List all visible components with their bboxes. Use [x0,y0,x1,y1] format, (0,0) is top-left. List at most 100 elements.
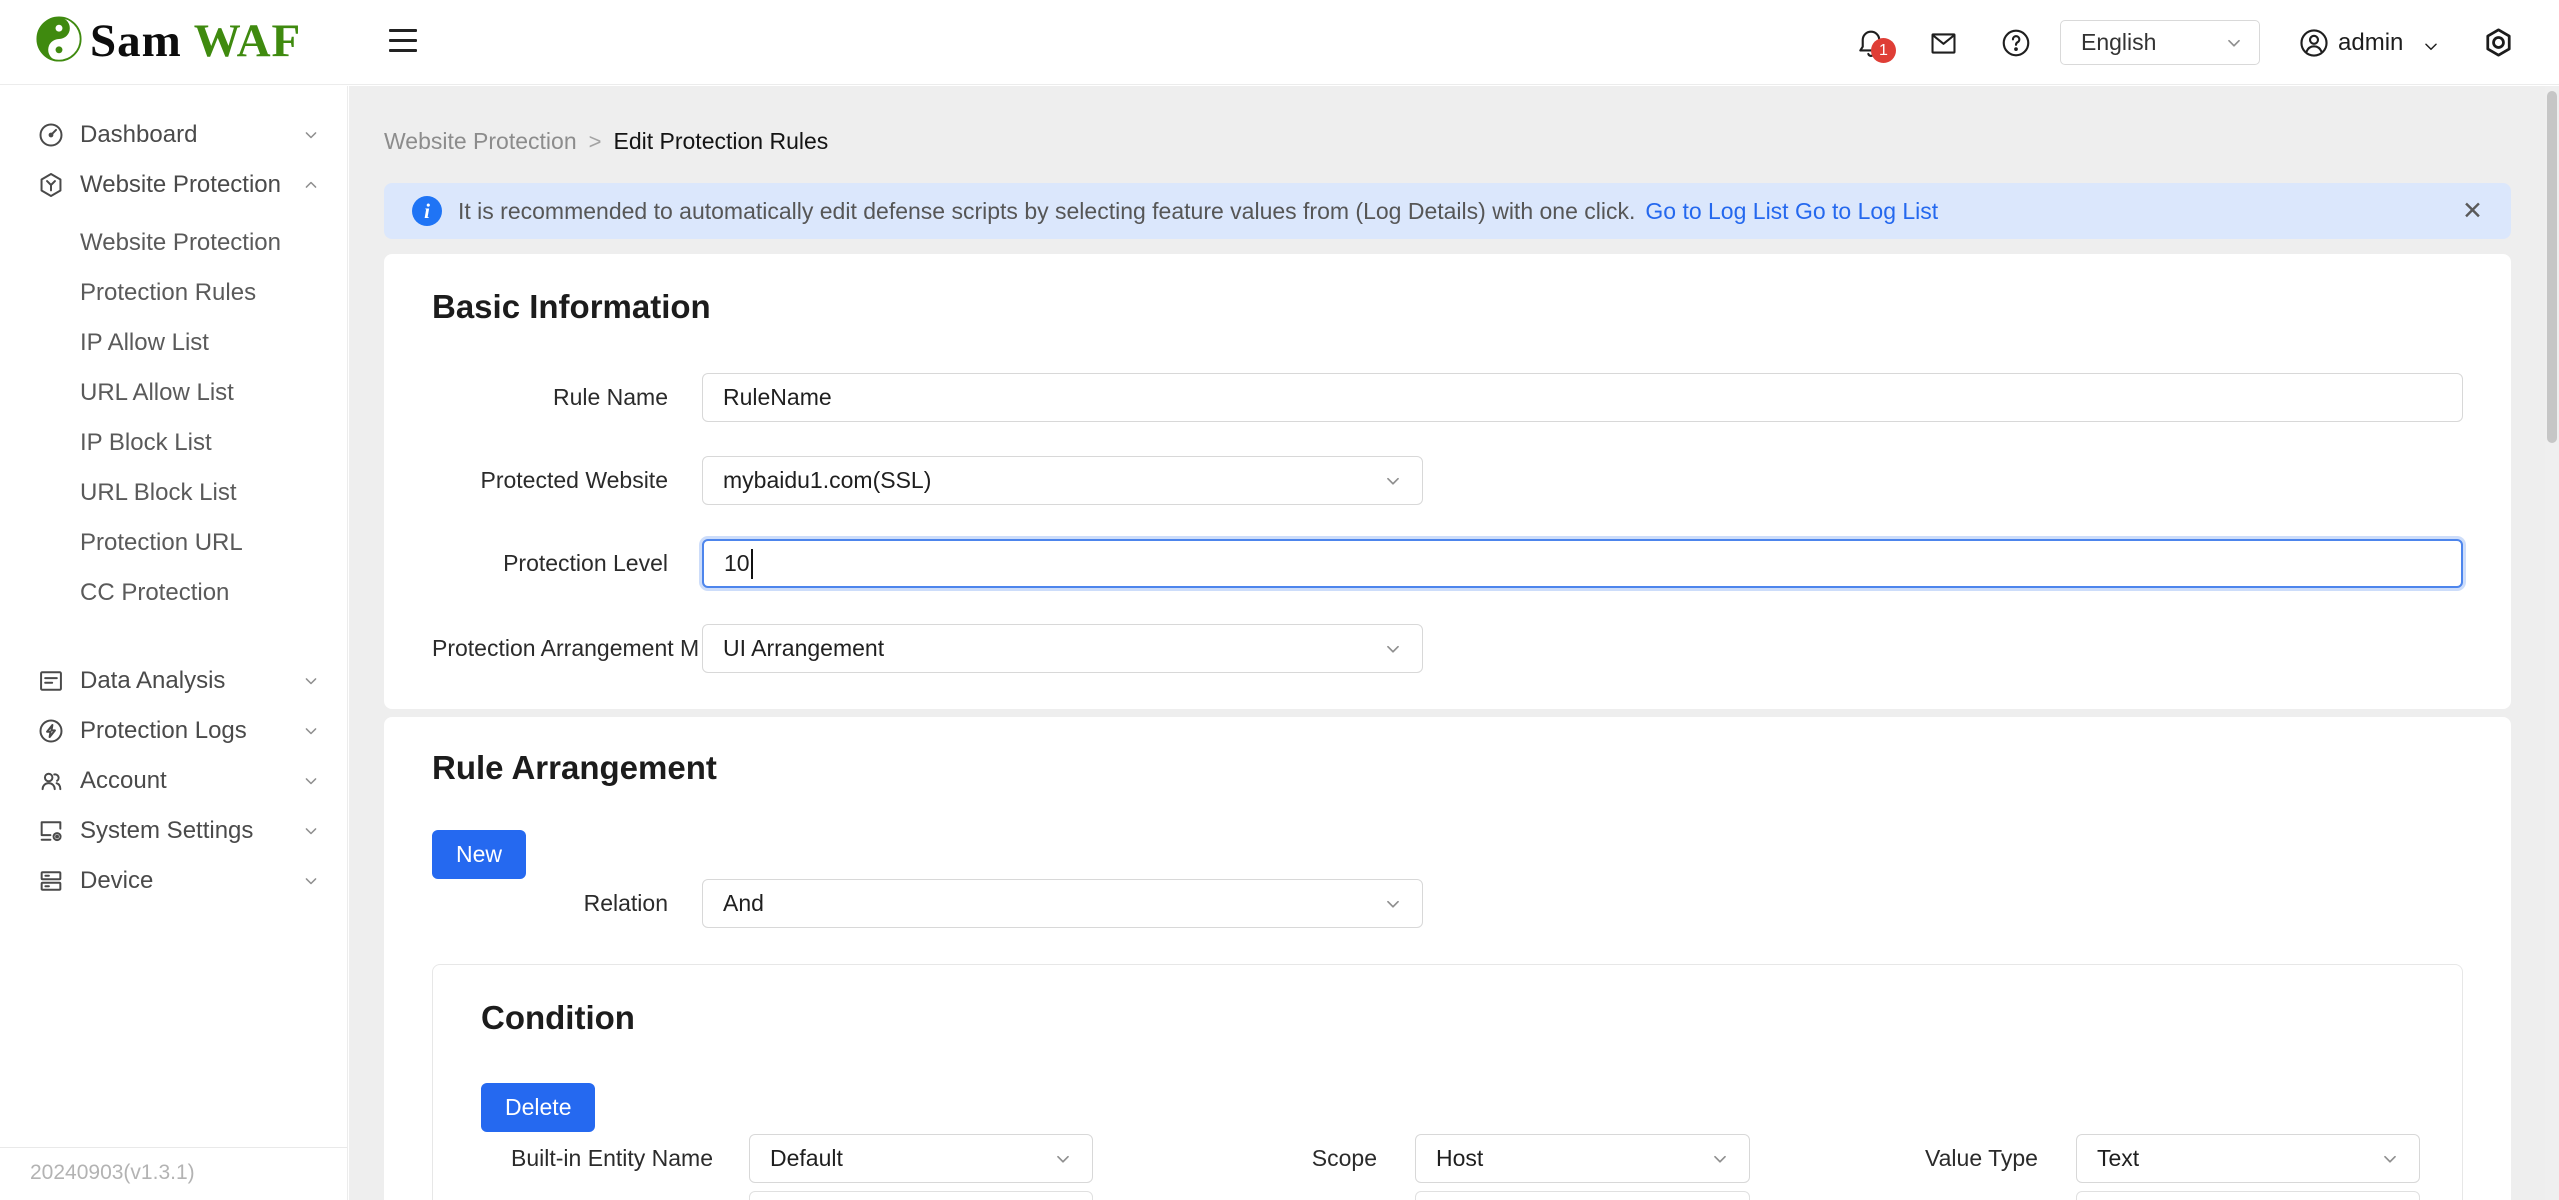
banner-close-icon[interactable]: ✕ [2462,196,2483,226]
arrangement-mode-label: Protection Arrangement M [432,635,668,662]
value-type-select[interactable]: Text [2076,1134,2420,1183]
sidebar-item-system-settings[interactable]: System Settings [0,806,347,856]
chevron-down-icon [2223,32,2245,54]
arrangement-mode-select[interactable]: UI Arrangement [702,624,1423,673]
basic-information-title: Basic Information [432,288,2463,326]
info-banner: i It is recommended to automatically edi… [384,183,2511,239]
device-icon [37,867,65,895]
scrollbar-track[interactable] [2545,86,2559,1200]
rule-name-value: RuleName [723,384,832,411]
sidebar-item-device[interactable]: Device [0,856,347,906]
avatar[interactable] [2298,27,2330,64]
breadcrumb-parent[interactable]: Website Protection [384,128,577,155]
delete-button[interactable]: Delete [481,1083,595,1132]
brand-logo[interactable]: Sam WAF [36,14,301,68]
entity-group: Built-in Entity Name Default [481,1134,1093,1200]
scope-select[interactable]: Host [1415,1134,1750,1183]
chevron-down-icon [1382,893,1404,915]
sidebar-subitem-website-protection[interactable]: Website Protection [0,218,347,268]
settings-icon[interactable] [2482,26,2515,64]
sidebar-collapse-button[interactable] [389,29,417,55]
protected-website-select[interactable]: mybaidu1.com(SSL) [702,456,1423,505]
entity-next-input[interactable] [749,1191,1093,1200]
chevron-down-icon [301,671,321,691]
entity-select[interactable]: Default [749,1134,1093,1183]
banner-text: It is recommended to automatically edit … [458,198,1635,225]
relation-label: Relation [432,890,668,917]
help-icon[interactable] [2000,27,2032,64]
dashboard-icon [37,121,65,149]
language-select-value: English [2081,29,2223,56]
sidebar-item-website-protection[interactable]: Website Protection [0,160,347,210]
topbar: Sam WAF 1 English admin [0,0,2559,85]
rule-arrangement-card: Rule Arrangement New Relation And Condit… [384,717,2511,1200]
rule-name-input[interactable]: RuleName [702,373,2463,422]
system-settings-icon [37,817,65,845]
sidebar-subitem-url-block-list[interactable]: URL Block List [0,468,347,518]
arrangement-mode-row: Protection Arrangement M UI Arrangement [432,624,2463,673]
language-select[interactable]: English [2060,20,2260,65]
sidebar-subitem-protection-rules[interactable]: Protection Rules [0,268,347,318]
shield-hexagon-icon [37,171,65,199]
chevron-down-icon [301,871,321,891]
data-analysis-icon [37,667,65,695]
sidebar-subitem-protection-url[interactable]: Protection URL [0,518,347,568]
condition-fields-row: Built-in Entity Name Default Scope Host [481,1134,2414,1200]
version-label: 20240903(v1.3.1) [0,1147,347,1200]
scope-label: Scope [1257,1134,1377,1183]
chevron-down-icon [1382,470,1404,492]
relation-value: And [723,890,1382,917]
sidebar-item-label: Protection Logs [80,717,247,745]
sidebar-item-dashboard[interactable]: Dashboard [0,110,347,160]
rule-name-row: Rule Name RuleName [432,373,2463,422]
scope-next-input[interactable] [1415,1191,1750,1200]
scope-group: Scope Host [1257,1134,1750,1200]
notification-count-badge[interactable]: 1 [1871,38,1896,63]
account-users-icon [37,767,65,795]
protection-level-row: Protection Level 10 [432,539,2463,588]
sidebar-subitem-url-allow-list[interactable]: URL Allow List [0,368,347,418]
value-type-next-input[interactable] [2076,1191,2420,1200]
scope-value: Host [1436,1145,1709,1172]
user-menu[interactable]: admin [2338,29,2403,57]
protection-level-label: Protection Level [432,550,668,577]
website-protection-submenu: Website Protection Protection Rules IP A… [0,210,347,626]
scrollbar-thumb[interactable] [2547,91,2557,443]
info-icon: i [412,196,442,226]
entity-label: Built-in Entity Name [481,1134,713,1183]
rule-name-label: Rule Name [432,384,668,411]
relation-select[interactable]: And [702,879,1423,928]
chevron-down-icon [301,771,321,791]
value-type-group: Value Type Text [1925,1134,2420,1200]
user-menu-chevron-down-icon[interactable] [2420,36,2442,63]
sidebar-item-account[interactable]: Account [0,756,347,806]
brand-name-waf: WAF [194,14,301,68]
mail-icon[interactable] [1928,28,1959,64]
sidebar-subitem-cc-protection[interactable]: CC Protection [0,568,347,618]
condition-box: Condition Delete Built-in Entity Name De… [432,964,2463,1200]
sidebar-item-protection-logs[interactable]: Protection Logs [0,706,347,756]
main-content: Website Protection > Edit Protection Rul… [349,86,2545,1200]
chevron-down-icon [1382,638,1404,660]
sidebar-item-label: Website Protection [80,171,281,199]
rule-arrangement-title: Rule Arrangement [432,749,2463,787]
arrangement-mode-value: UI Arrangement [723,635,1382,662]
text-cursor [751,549,753,579]
protection-level-input[interactable]: 10 [702,539,2463,588]
sidebar-item-label: Device [80,867,153,895]
chevron-down-icon [1052,1148,1074,1170]
sidebar-subitem-ip-allow-list[interactable]: IP Allow List [0,318,347,368]
sidebar-item-data-analysis[interactable]: Data Analysis [0,656,347,706]
chevron-down-icon [1709,1148,1731,1170]
breadcrumb-current: Edit Protection Rules [613,128,828,155]
go-to-log-list-link[interactable]: Go to Log List Go to Log List [1645,198,1938,225]
sidebar-item-label: Account [80,767,167,795]
condition-title: Condition [481,999,2414,1037]
basic-information-card: Basic Information Rule Name RuleName Pro… [384,254,2511,709]
sidebar-item-label: System Settings [80,817,253,845]
sidebar-subitem-ip-block-list[interactable]: IP Block List [0,418,347,468]
protection-level-value: 10 [724,550,750,577]
new-button[interactable]: New [432,830,526,879]
brand-name-sam: Sam [90,14,182,68]
breadcrumb-separator: > [589,129,602,155]
